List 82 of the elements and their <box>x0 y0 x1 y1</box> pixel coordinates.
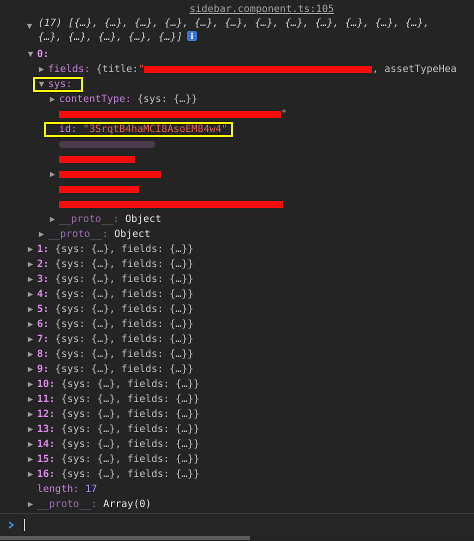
expand-triangle-icon[interactable] <box>27 471 34 478</box>
property-key: 7: <box>37 334 50 345</box>
property-key: length: <box>37 484 80 495</box>
property-key: 10: <box>37 379 56 390</box>
property-key: 2: <box>37 259 50 270</box>
property-value: "3SrqtB4haMCI8AsoEM84w4" <box>83 124 228 135</box>
property-value: {sys: {…}, fields: {…}} <box>55 364 194 375</box>
property-value: {sys: {…}, fields: {…}} <box>55 244 194 255</box>
property-value: Array(0) <box>103 499 152 510</box>
expand-triangle-icon[interactable] <box>27 501 34 508</box>
property-value: {sys: {…}, fields: {…}} <box>61 454 200 465</box>
expand-triangle-icon[interactable] <box>27 396 34 403</box>
property-value: {sys: {…}, fields: {…}} <box>61 439 200 450</box>
property-key: 14: <box>37 439 56 450</box>
property-value: 17 <box>85 484 98 495</box>
property-value: {sys: {…}, fields: {…}} <box>61 394 200 405</box>
property-value: {sys: {…}, fields: {…}} <box>61 379 200 390</box>
property-value: {sys: {…}, fields: {…}} <box>55 289 194 300</box>
expand-triangle-icon[interactable] <box>27 276 34 283</box>
expand-triangle-icon[interactable] <box>27 321 34 328</box>
expand-triangle-icon[interactable] <box>26 23 33 30</box>
property-key: 4: <box>37 289 50 300</box>
property-key: 1: <box>37 244 50 255</box>
property-key: fields: <box>48 64 90 75</box>
text-cursor <box>24 519 25 531</box>
property-key: 0: <box>37 49 50 60</box>
property-key: sys: <box>48 79 72 90</box>
property-key: contentType: <box>59 94 132 105</box>
property-value: {sys: {…}, fields: {…}} <box>55 319 194 330</box>
expand-triangle-icon[interactable] <box>49 171 56 178</box>
property-key: __proto__: <box>59 214 120 225</box>
expand-triangle-icon[interactable] <box>27 411 34 418</box>
property-key: 11: <box>37 394 56 405</box>
property-key: 16: <box>37 469 56 480</box>
source-link[interactable]: sidebar.component.ts:105 <box>190 3 334 17</box>
scrollbar-thumb[interactable] <box>0 536 250 540</box>
property-key: 13: <box>37 424 56 435</box>
expand-triangle-icon[interactable] <box>27 426 34 433</box>
expand-triangle-icon[interactable] <box>27 51 34 58</box>
expand-triangle-icon[interactable] <box>27 306 34 313</box>
property-value: Object <box>114 229 150 240</box>
property-key: __proto__: <box>37 499 98 510</box>
expand-triangle-icon[interactable] <box>27 456 34 463</box>
expand-triangle-icon[interactable] <box>38 66 45 73</box>
expand-triangle-icon[interactable] <box>27 246 34 253</box>
property-value: {sys: {…}, fields: {…}} <box>55 259 194 270</box>
property-key: 6: <box>37 319 50 330</box>
property-key: id: <box>59 124 78 135</box>
expand-triangle-icon[interactable] <box>38 231 45 238</box>
property-value: {sys: {…}, fields: {…}} <box>61 469 200 480</box>
expand-triangle-icon[interactable] <box>27 381 34 388</box>
property-key: 9: <box>37 364 50 375</box>
property-value: " <box>138 64 144 75</box>
property-value: , assetTypeHea <box>372 64 457 75</box>
expand-triangle-icon[interactable] <box>27 351 34 358</box>
property-value: {title: <box>96 64 138 75</box>
property-key: 12: <box>37 409 56 420</box>
expand-triangle-icon[interactable] <box>49 216 56 223</box>
expand-triangle-icon[interactable] <box>38 81 45 88</box>
property-value: {sys: {…}} <box>137 94 198 105</box>
property-value: " <box>281 109 288 120</box>
property-value: {sys: {…}, fields: {…}} <box>61 409 200 420</box>
property-key: 5: <box>37 304 50 315</box>
expand-triangle-icon[interactable] <box>49 96 56 103</box>
property-key: 8: <box>37 349 50 360</box>
property-value: {sys: {…}, fields: {…}} <box>55 334 194 345</box>
property-value: Object <box>125 214 162 225</box>
expand-triangle-icon[interactable] <box>27 366 34 373</box>
property-value: {sys: {…}, fields: {…}} <box>55 274 194 285</box>
expand-triangle-icon[interactable] <box>27 261 34 268</box>
info-icon[interactable] <box>186 31 196 41</box>
expand-triangle-icon[interactable] <box>27 291 34 298</box>
property-key: 15: <box>37 454 56 465</box>
property-value: {sys: {…}, fields: {…}} <box>61 424 200 435</box>
array-summary: (17) [{…}, {…}, {…}, {…}, {…}, {…}, {…}, {…}, {…}, {…}, {…}, {…}, {…}, {…}, {…}, {…}, {…}] <box>38 17 430 45</box>
property-key: __proto__: <box>48 229 108 240</box>
prompt-chevron-icon <box>8 521 14 529</box>
expand-triangle-icon[interactable] <box>27 441 34 448</box>
property-key: 3: <box>37 274 50 285</box>
property-value: {sys: {…}, fields: {…}} <box>55 304 194 315</box>
expand-triangle-icon[interactable] <box>27 336 34 343</box>
property-value: {sys: {…}, fields: {…}} <box>55 349 194 360</box>
